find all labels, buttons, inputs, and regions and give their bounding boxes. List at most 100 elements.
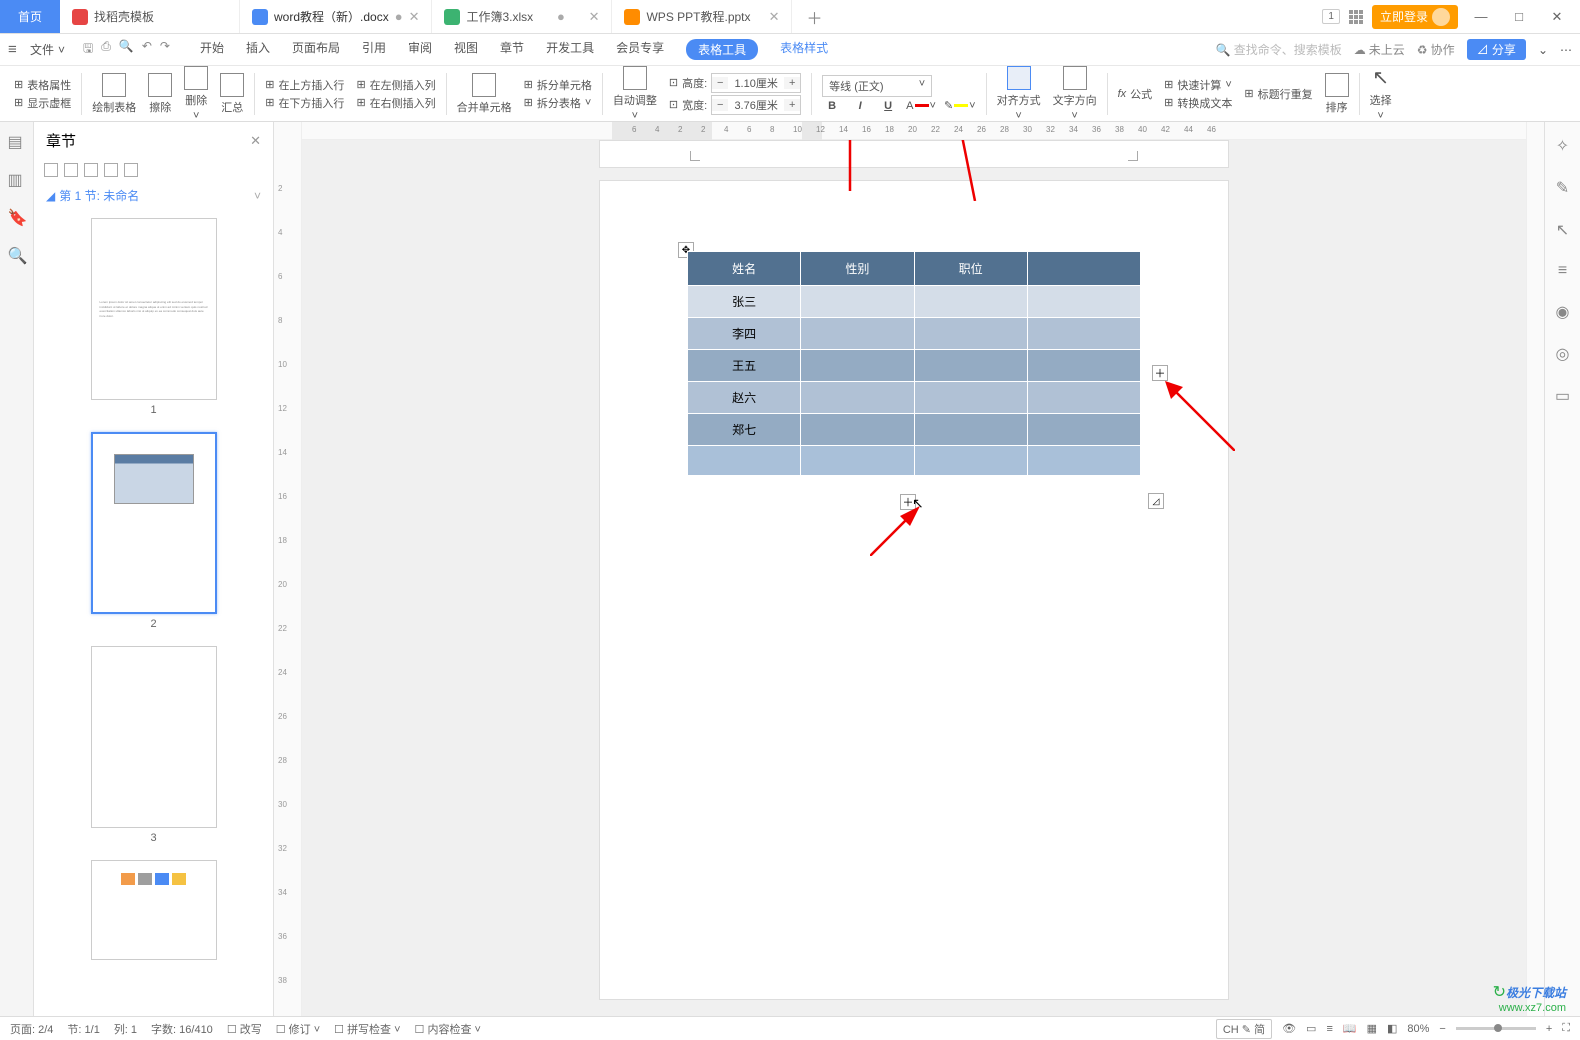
home-tab[interactable]: 首页 — [0, 0, 60, 33]
header-cell[interactable]: 性别 — [801, 252, 914, 286]
tab-member[interactable]: 会员专享 — [616, 39, 664, 60]
status-section[interactable]: 节: 1/1 — [67, 1021, 99, 1037]
insert-left-button[interactable]: ⊞ 在左侧插入列 — [356, 77, 435, 93]
layers-icon[interactable]: ≡ — [1558, 262, 1567, 280]
zoom-in-button[interactable]: + — [1546, 1023, 1552, 1035]
show-grid-button[interactable]: ⊞ 显示虚框 — [14, 95, 71, 111]
document-page[interactable]: ✥ 姓名 性别 职位 张三 李四 王五 赵六 郑七 ＋ ＋ — [599, 180, 1229, 1000]
page-thumb-3[interactable]: 3 — [91, 646, 217, 854]
book-icon[interactable]: ▭ — [1555, 386, 1570, 406]
section-more-icon[interactable] — [124, 163, 138, 177]
pen-icon[interactable]: ✎ — [1556, 178, 1569, 198]
window-minimize-button[interactable]: — — [1466, 9, 1496, 24]
tab-start[interactable]: 开始 — [200, 39, 224, 60]
page-thumb-4[interactable] — [91, 860, 217, 960]
insert-below-button[interactable]: ⊞ 在下方插入行 — [265, 95, 344, 111]
share-button[interactable]: ⊿ 分享 — [1467, 39, 1526, 60]
redo-icon[interactable]: ↷ — [160, 39, 170, 60]
preview-icon[interactable]: 🔍 — [119, 39, 134, 60]
insert-right-button[interactable]: ⊞ 在右侧插入列 — [356, 95, 435, 111]
quick-calc-button[interactable]: ⊞ 快速计算 ˅ — [1164, 77, 1232, 93]
bold-button[interactable]: B — [822, 100, 842, 112]
coop-button[interactable]: ♻ 协作 — [1417, 41, 1455, 58]
tab-review[interactable]: 审阅 — [408, 39, 432, 60]
status-page[interactable]: 页面: 2/4 — [10, 1021, 53, 1037]
magic-icon[interactable]: ✧ — [1556, 136, 1569, 156]
window-close-button[interactable]: ✕ — [1542, 9, 1572, 25]
scrollbar-track[interactable] — [1526, 122, 1544, 1016]
bookmark-icon[interactable]: 🔖 — [8, 208, 26, 226]
draw-table-button[interactable]: 绘制表格 — [86, 73, 142, 115]
title-repeat-button[interactable]: ⊞ 标题行重复 — [1244, 86, 1312, 102]
table-resize-handle[interactable]: ◿ — [1148, 493, 1164, 509]
more-icon[interactable]: ⋯ — [1560, 43, 1572, 57]
underline-button[interactable]: U — [878, 100, 898, 112]
ai-icon[interactable]: ◉ — [1556, 302, 1570, 322]
tab-close-icon[interactable]: ✕ — [409, 9, 420, 25]
split-cell-button[interactable]: ⊞ 拆分单元格 — [524, 77, 592, 93]
status-content-check[interactable]: ☐ 内容检查 ˅ — [415, 1021, 481, 1037]
find-icon[interactable]: 🔍 — [8, 246, 26, 264]
login-button[interactable]: 立即登录 — [1372, 5, 1458, 29]
table-row-selected[interactable]: 王五 — [688, 350, 1141, 382]
highlight-button[interactable]: ✎˅ — [944, 99, 976, 112]
table-row[interactable]: 李四 — [688, 318, 1141, 350]
apps-grid-icon[interactable] — [1348, 9, 1364, 25]
lock-width-icon[interactable]: ⊡ — [669, 98, 678, 111]
tab-table-tools[interactable]: 表格工具 — [686, 39, 758, 60]
delete-button[interactable]: 删除˅ — [178, 66, 214, 122]
tab-layout[interactable]: 页面布局 — [292, 39, 340, 60]
table-properties-button[interactable]: ⊞ 表格属性 — [14, 77, 71, 93]
insert-above-button[interactable]: ⊞ 在上方插入行 — [265, 77, 344, 93]
table-row-empty[interactable] — [688, 446, 1141, 476]
table-row[interactable]: 赵六 — [688, 382, 1141, 414]
tab-pptx[interactable]: WPS PPT教程.pptx ✕ — [612, 0, 792, 33]
status-words[interactable]: 字数: 16/410 — [151, 1021, 213, 1037]
summary-button[interactable]: 汇总 — [214, 73, 250, 115]
tab-devtools[interactable]: 开发工具 — [546, 39, 594, 60]
eye-icon[interactable]: 👁 — [1282, 1022, 1296, 1035]
fullscreen-icon[interactable]: ⛶ — [1562, 1022, 1570, 1035]
tab-word-doc[interactable]: word教程（新）.docx ● ✕ — [240, 0, 432, 33]
tab-chapter[interactable]: 章节 — [500, 39, 524, 60]
tab-close-icon[interactable]: ✕ — [589, 9, 600, 25]
status-overwrite[interactable]: ☐ 改写 — [227, 1021, 262, 1037]
tab-references[interactable]: 引用 — [362, 39, 386, 60]
print-icon[interactable]: ⎙ — [101, 39, 111, 60]
lock-height-icon[interactable]: ⊡ — [669, 76, 678, 89]
add-section-icon[interactable] — [84, 163, 98, 177]
cursor-icon[interactable]: ↖ — [1556, 220, 1569, 240]
view-outline-icon[interactable]: ≡ — [1326, 1023, 1332, 1035]
view-focus-icon[interactable]: ◧ — [1387, 1022, 1397, 1035]
tab-table-style[interactable]: 表格样式 — [780, 39, 828, 60]
section-item[interactable]: ◢ 第 1 节: 未命名 ˅ — [34, 181, 273, 210]
page-thumb-1[interactable]: Lorem ipsum dolor sit amet consectetur a… — [91, 218, 217, 426]
tab-insert[interactable]: 插入 — [246, 39, 270, 60]
formula-button[interactable]: fx 公式 — [1118, 86, 1153, 102]
table-header-row[interactable]: 姓名 性别 职位 — [688, 252, 1141, 286]
table-row[interactable]: 郑七 — [688, 414, 1141, 446]
status-revise[interactable]: ☐ 修订 ˅ — [276, 1021, 320, 1037]
status-spell[interactable]: ☐ 拼写检查 ˅ — [334, 1021, 400, 1037]
italic-button[interactable]: I — [850, 100, 870, 112]
font-name-select[interactable]: 等线 (正文)˅ — [822, 75, 932, 97]
tab-count-badge[interactable]: 1 — [1322, 9, 1340, 24]
minimize-ribbon-icon[interactable]: ⌄ — [1538, 43, 1548, 57]
width-input[interactable]: −3.76厘米+ — [711, 95, 801, 115]
select-button[interactable]: ↖选择˅ — [1364, 65, 1398, 122]
text-direction-button[interactable]: 文字方向˅ — [1047, 66, 1103, 122]
view-web-icon[interactable]: ▦ — [1367, 1022, 1377, 1035]
sort-button[interactable]: 排序 — [1319, 73, 1355, 115]
tab-template[interactable]: 找稻壳模板 — [60, 0, 240, 33]
undo-icon[interactable]: ↶ — [142, 39, 152, 60]
status-column[interactable]: 列: 1 — [114, 1021, 137, 1037]
header-cell[interactable]: 姓名 — [688, 252, 801, 286]
alignment-button[interactable]: 对齐方式˅ — [991, 66, 1047, 122]
height-input[interactable]: −1.10厘米+ — [711, 73, 801, 93]
zoom-slider[interactable] — [1456, 1027, 1536, 1030]
page-thumb-2[interactable]: 2 — [91, 432, 217, 640]
remove-section-icon[interactable] — [104, 163, 118, 177]
hamburger-icon[interactable] — [8, 41, 22, 58]
target-icon[interactable]: ◎ — [1556, 344, 1570, 364]
cloud-status[interactable]: ☁ 未上云 — [1354, 41, 1405, 58]
